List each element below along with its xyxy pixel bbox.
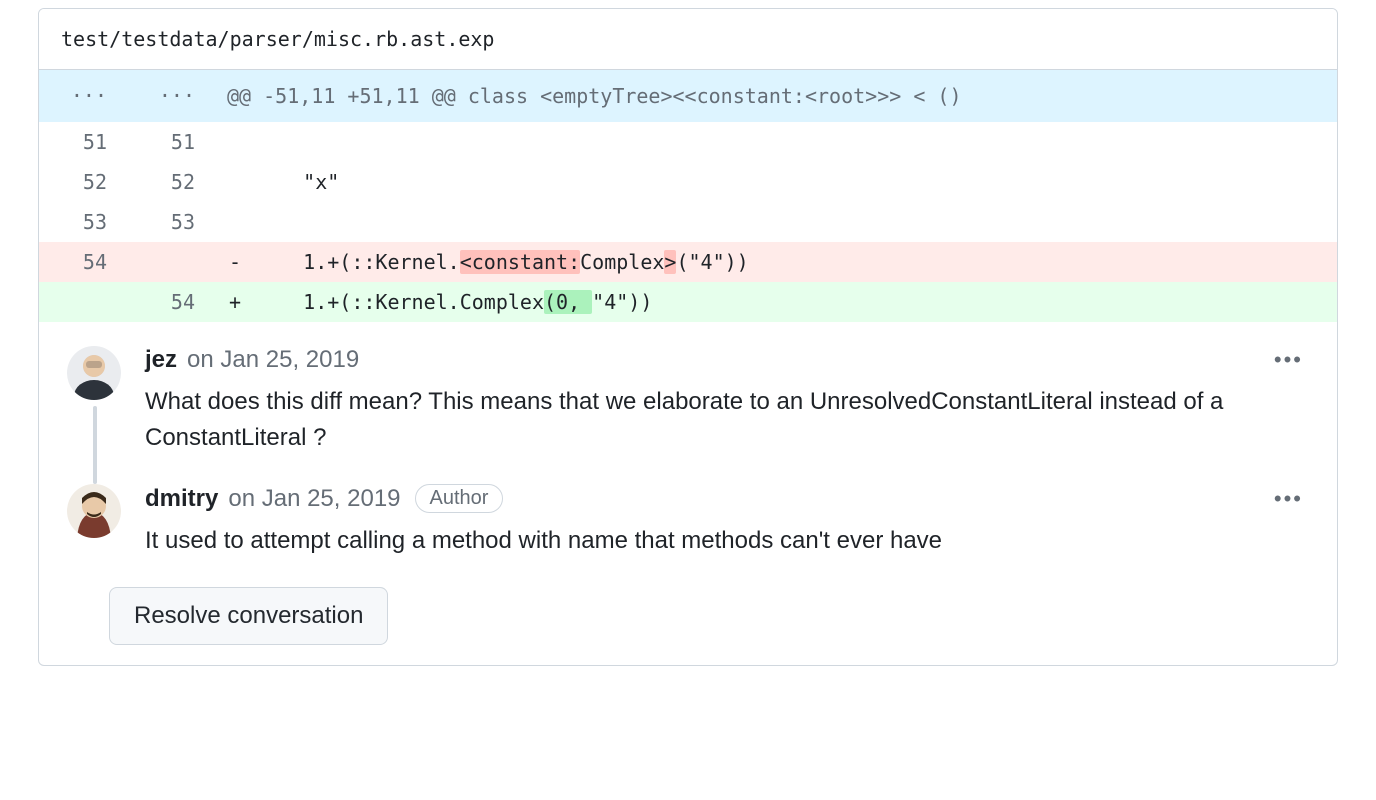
author-badge: Author (415, 484, 504, 513)
review-comment: dmitry on Jan 25, 2019 Author ••• It use… (67, 484, 1309, 559)
comment-body-text: What does this diff mean? This means tha… (145, 384, 1309, 456)
code-content (255, 202, 1337, 242)
expand-new[interactable]: ... (127, 70, 215, 122)
diff-marker (215, 202, 255, 242)
diff-table: ... ... @@ -51,11 +51,11 @@ class <empty… (39, 70, 1337, 322)
diff-line: 52 52 "x" (39, 162, 1337, 202)
diff-marker: + (215, 282, 255, 322)
diff-marker (215, 122, 255, 162)
review-thread-container: test/testdata/parser/misc.rb.ast.exp ...… (38, 8, 1338, 666)
new-line-num[interactable] (127, 242, 215, 282)
code-content: "x" (255, 162, 1337, 202)
new-line-num[interactable]: 52 (127, 162, 215, 202)
old-line-num[interactable]: 53 (39, 202, 127, 242)
new-line-num[interactable]: 51 (127, 122, 215, 162)
review-comments: jez on Jan 25, 2019 ••• What does this d… (39, 322, 1337, 559)
hunk-header-row: ... ... @@ -51,11 +51,11 @@ class <empty… (39, 70, 1337, 122)
hunk-header-text: @@ -51,11 +51,11 @@ class <emptyTree><<c… (215, 70, 1337, 122)
avatar[interactable] (67, 484, 121, 538)
avatar[interactable] (67, 346, 121, 400)
kebab-icon[interactable]: ••• (1268, 347, 1309, 373)
code-content: 1.+(::Kernel.Complex(0, "4")) (255, 282, 1337, 322)
comment-author[interactable]: dmitry (145, 485, 218, 513)
file-path-header[interactable]: test/testdata/parser/misc.rb.ast.exp (39, 9, 1337, 70)
comment-header: jez on Jan 25, 2019 ••• (145, 346, 1309, 374)
kebab-icon[interactable]: ••• (1268, 486, 1309, 512)
comment-header: dmitry on Jan 25, 2019 Author ••• (145, 484, 1309, 513)
comment-timestamp[interactable]: on Jan 25, 2019 (187, 346, 359, 374)
diff-marker: - (215, 242, 255, 282)
added-highlight: (0, (544, 290, 592, 314)
removed-highlight: <constant: (460, 250, 580, 274)
old-line-num[interactable]: 51 (39, 122, 127, 162)
comment-timestamp[interactable]: on Jan 25, 2019 (228, 485, 400, 513)
resolve-section: Resolve conversation (39, 587, 1337, 665)
old-line-num[interactable]: 54 (39, 242, 127, 282)
resolve-conversation-button[interactable]: Resolve conversation (109, 587, 388, 645)
diff-line-deletion: 54 - 1.+(::Kernel.<constant:Complex>("4"… (39, 242, 1337, 282)
expand-old[interactable]: ... (39, 70, 127, 122)
diff-line: 53 53 (39, 202, 1337, 242)
new-line-num[interactable]: 53 (127, 202, 215, 242)
timeline-connector (93, 406, 97, 484)
code-content: 1.+(::Kernel.<constant:Complex>("4")) (255, 242, 1337, 282)
removed-highlight: > (664, 250, 676, 274)
diff-line-addition: 54 + 1.+(::Kernel.Complex(0, "4")) (39, 282, 1337, 322)
new-line-num[interactable]: 54 (127, 282, 215, 322)
diff-line: 51 51 (39, 122, 1337, 162)
old-line-num[interactable]: 52 (39, 162, 127, 202)
code-content (255, 122, 1337, 162)
review-comment: jez on Jan 25, 2019 ••• What does this d… (67, 346, 1309, 456)
comment-author[interactable]: jez (145, 346, 177, 374)
diff-marker (215, 162, 255, 202)
old-line-num[interactable] (39, 282, 127, 322)
comment-body-text: It used to attempt calling a method with… (145, 523, 1309, 559)
